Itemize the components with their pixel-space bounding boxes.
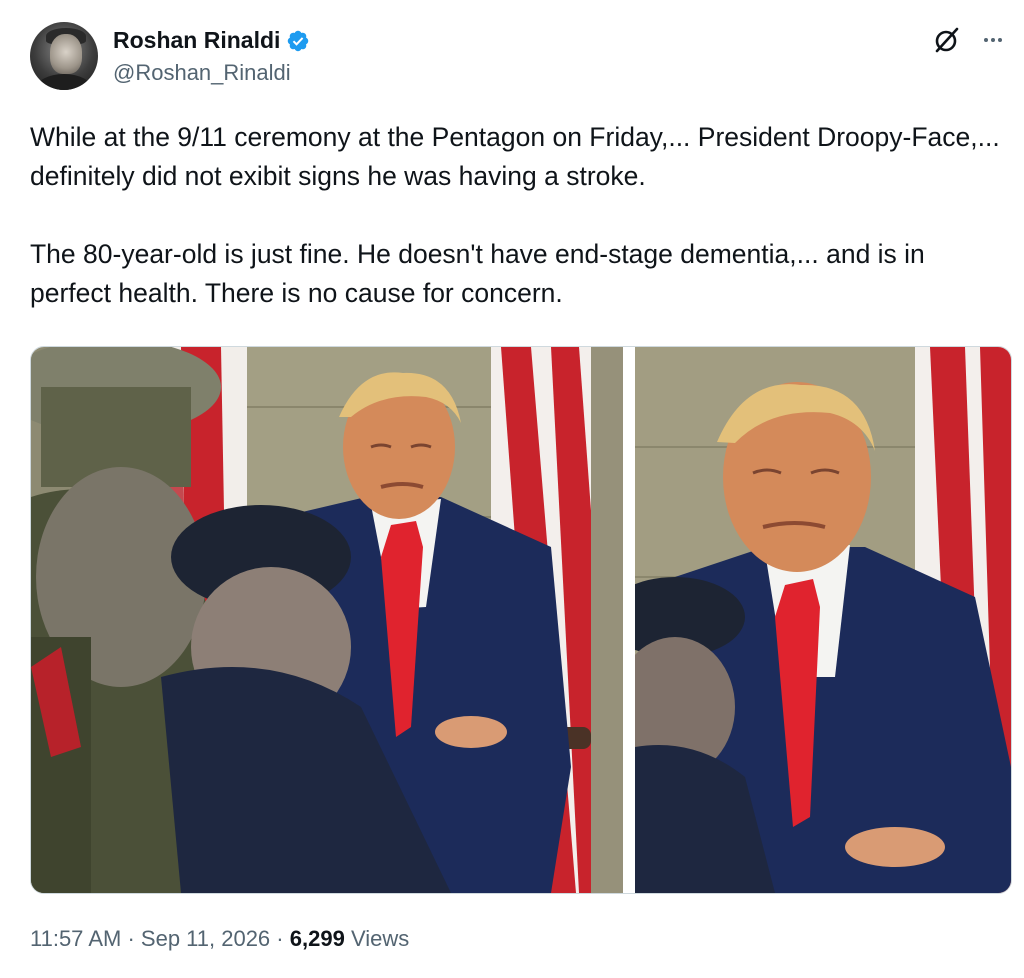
- views-label: Views: [350, 926, 410, 951]
- avatar[interactable]: [30, 22, 98, 90]
- author-handle[interactable]: @Roshan_Rinaldi: [113, 60, 291, 86]
- tweet-paragraph: The 80-year-old is just fine. He doesn't…: [30, 239, 925, 308]
- verified-badge-icon: [286, 29, 310, 53]
- author-display-name[interactable]: Roshan Rinaldi: [113, 27, 280, 54]
- tweet-meta: 11:57 AM · Sep 11, 2026 · 6,299 Views: [30, 926, 409, 952]
- tweet-paragraph: While at the 9/11 ceremony at the Pentag…: [30, 122, 1000, 191]
- meta-separator: ·: [276, 926, 284, 951]
- meta-separator: ·: [127, 926, 135, 951]
- tweet-card: Roshan Rinaldi @Roshan_Rinaldi While at …: [0, 0, 1024, 978]
- tweet-time[interactable]: 11:57 AM: [30, 926, 121, 951]
- more-horizontal-icon[interactable]: [977, 24, 1009, 56]
- tweet-text: While at the 9/11 ceremony at the Pentag…: [30, 118, 1010, 313]
- media-grid: [30, 346, 1012, 894]
- tweet-date[interactable]: Sep 11, 2026: [141, 926, 270, 951]
- slashed-circle-icon[interactable]: [931, 24, 963, 56]
- views-count: 6,299: [289, 926, 345, 951]
- media-photo-1[interactable]: [31, 347, 623, 893]
- author-name-row[interactable]: Roshan Rinaldi: [113, 27, 310, 54]
- media-photo-2[interactable]: [635, 347, 1011, 893]
